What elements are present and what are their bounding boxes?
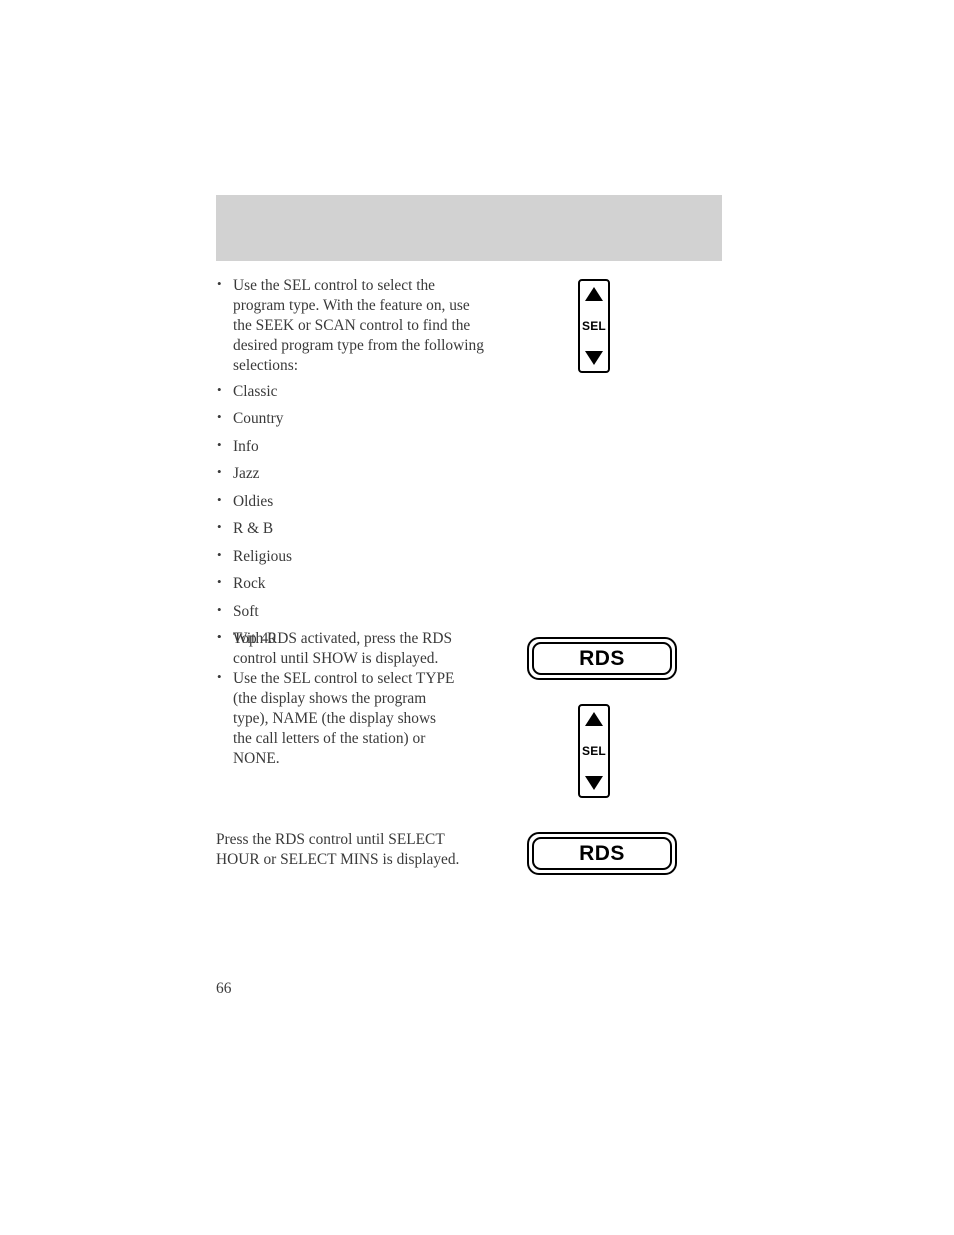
down-arrow-icon[interactable] — [585, 351, 603, 365]
rds-show-display-list: With RDS activated, press the RDS contro… — [216, 629, 456, 769]
list-item: Use the SEL control to select TYPE (the … — [216, 669, 456, 769]
rds-button-2[interactable]: RDS — [527, 832, 677, 875]
rds-show-display-text: With RDS activated, press the RDS contro… — [216, 629, 456, 769]
up-arrow-icon[interactable] — [585, 287, 603, 301]
list-item: Rock — [216, 574, 488, 594]
rds-button-1[interactable]: RDS — [527, 637, 677, 680]
list-item: R & B — [216, 519, 488, 539]
program-type-selection-list: Use the SEL control to select the progra… — [216, 276, 488, 376]
list-item: Religious — [216, 547, 488, 567]
program-type-options-list: Classic Country Info Jazz Oldies R & B R… — [216, 382, 488, 649]
list-item: Soft — [216, 602, 488, 622]
manual-page: Use the SEL control to select the progra… — [0, 0, 954, 1235]
rds-button-label-1: RDS — [579, 646, 625, 670]
sel-rocker-control-2[interactable]: SEL — [578, 704, 610, 798]
list-item: Info — [216, 437, 488, 457]
sel-label-1: SEL — [582, 319, 606, 333]
program-type-selection-text: Use the SEL control to select the progra… — [216, 276, 488, 376]
page-number: 66 — [216, 980, 232, 997]
program-type-options-block: Classic Country Info Jazz Oldies R & B R… — [216, 382, 488, 649]
list-item: With RDS activated, press the RDS contro… — [216, 629, 456, 669]
list-item: Jazz — [216, 464, 488, 484]
sel-rocker-control-1[interactable]: SEL — [578, 279, 610, 373]
rds-clock-set-paragraph: Press the RDS control until SELECT HOUR … — [216, 831, 460, 868]
sel-label-2: SEL — [582, 744, 606, 758]
list-item: Use the SEL control to select the progra… — [216, 276, 488, 376]
list-item: Country — [216, 409, 488, 429]
rds-button-label-2: RDS — [579, 841, 625, 865]
down-arrow-icon[interactable] — [585, 776, 603, 790]
rds-clock-set-text: Press the RDS control until SELECT HOUR … — [216, 830, 478, 870]
list-item: Oldies — [216, 492, 488, 512]
list-item: Classic — [216, 382, 488, 402]
up-arrow-icon[interactable] — [585, 712, 603, 726]
section-header-band — [216, 195, 722, 261]
